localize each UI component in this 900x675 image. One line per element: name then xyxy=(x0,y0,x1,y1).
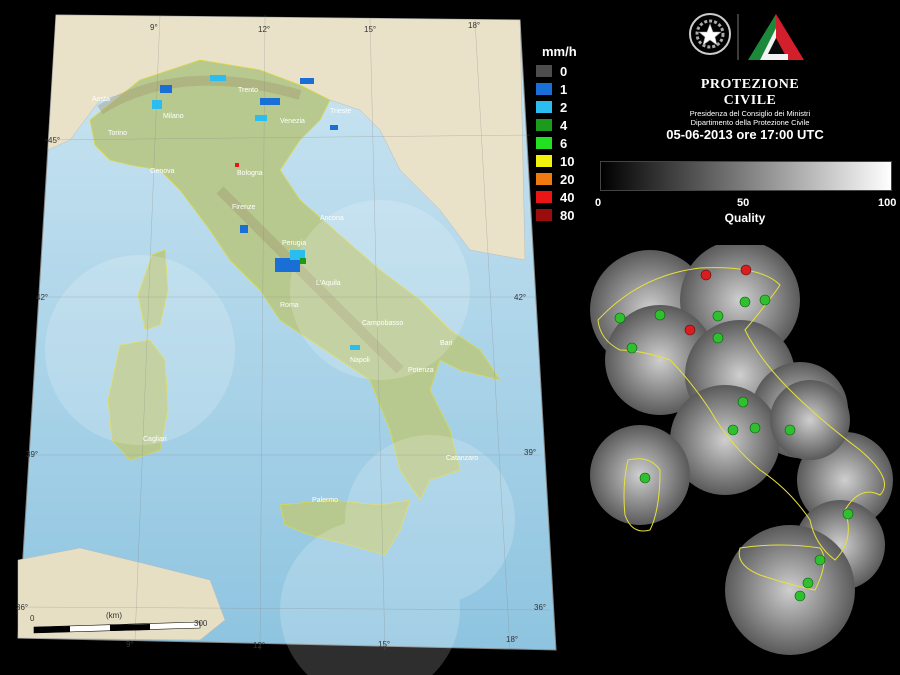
org-title: PROTEZIONE CIVILE xyxy=(700,77,800,108)
quality-map[interactable] xyxy=(588,245,900,675)
lat-tick: 42° xyxy=(514,293,526,302)
quality-label: Quality xyxy=(724,211,766,225)
lat-tick: 36° xyxy=(534,603,546,612)
city-label: Cagliari xyxy=(143,436,167,443)
quality-tick-mid: 50 xyxy=(737,197,750,209)
city-label: L'Aquila xyxy=(316,280,341,287)
lon-tick: 12° xyxy=(253,641,265,650)
city-label: Palermo xyxy=(312,497,338,504)
city-label: Napoli xyxy=(350,357,370,364)
city-label: Aosta xyxy=(92,96,110,103)
city-label: Roma xyxy=(280,302,299,309)
protezione-civile-logo-icon xyxy=(748,14,804,60)
legend-item: 1 xyxy=(536,80,596,98)
lon-tick: 9° xyxy=(126,640,134,649)
lat-tick: 39° xyxy=(26,450,38,459)
city-label: Campobasso xyxy=(362,320,403,327)
legend-item: 6 xyxy=(536,134,596,152)
city-label: Perugia xyxy=(282,240,306,247)
quality-coverage xyxy=(590,245,893,655)
city-label: Trento xyxy=(238,87,258,94)
quality-tick-max: 100 xyxy=(878,197,897,209)
legend-item: 20 xyxy=(536,170,596,188)
city-label: Torino xyxy=(108,130,127,137)
lon-tick: 15° xyxy=(378,640,390,649)
city-label: Trieste xyxy=(330,108,351,115)
lon-tick: 18° xyxy=(468,21,480,30)
legend-item: 40 xyxy=(536,188,596,206)
lon-tick: 18° xyxy=(506,635,518,644)
lon-tick: 15° xyxy=(364,25,376,34)
city-label: Venezia xyxy=(280,118,305,125)
city-label: Catanzaro xyxy=(446,455,478,462)
svg-text:0: 0 xyxy=(30,614,35,623)
precipitation-legend: mm/h 0 1 2 4 6 10 20 40 80 xyxy=(536,44,596,224)
organization-header: PROTEZIONE CIVILE Presidenza del Consigl… xyxy=(680,10,820,127)
lat-tick: 36° xyxy=(16,603,28,612)
precipitation-map[interactable]: 9° 12° 15° 18° 9° 12° 15° 18° 45° 42° 42… xyxy=(0,0,560,675)
legend-item: 2 xyxy=(536,98,596,116)
org-subtitle-2: Dipartimento della Protezione Civile xyxy=(690,118,810,127)
observation-datetime: 05-06-2013 ore 17:00 UTC xyxy=(666,127,824,142)
lat-tick: 39° xyxy=(524,448,536,457)
city-label: Bologna xyxy=(237,170,263,177)
italian-republic-emblem-icon xyxy=(689,13,731,55)
org-subtitle-1: Presidenza del Consiglio dei Ministri xyxy=(689,109,811,118)
legend-item: 0 xyxy=(536,62,596,80)
quality-colorbar xyxy=(600,161,892,191)
lat-tick: 42° xyxy=(36,293,48,302)
legend-item: 4 xyxy=(536,116,596,134)
lon-tick: 9° xyxy=(150,23,158,32)
quality-tick-min: 0 xyxy=(595,197,602,209)
city-label: Genova xyxy=(150,168,175,175)
city-label: Bari xyxy=(440,340,453,347)
legend-item: 10 xyxy=(536,152,596,170)
city-label: Potenza xyxy=(408,367,434,374)
city-label: Ancona xyxy=(320,215,344,222)
lon-tick: 12° xyxy=(258,25,270,34)
svg-text:(km): (km) xyxy=(106,611,122,620)
lat-tick: 45° xyxy=(48,136,60,145)
svg-text:300: 300 xyxy=(194,619,208,628)
city-label: Milano xyxy=(163,113,184,120)
legend-unit: mm/h xyxy=(542,44,577,59)
legend-item: 80 xyxy=(536,206,596,224)
city-label: Firenze xyxy=(232,204,255,211)
